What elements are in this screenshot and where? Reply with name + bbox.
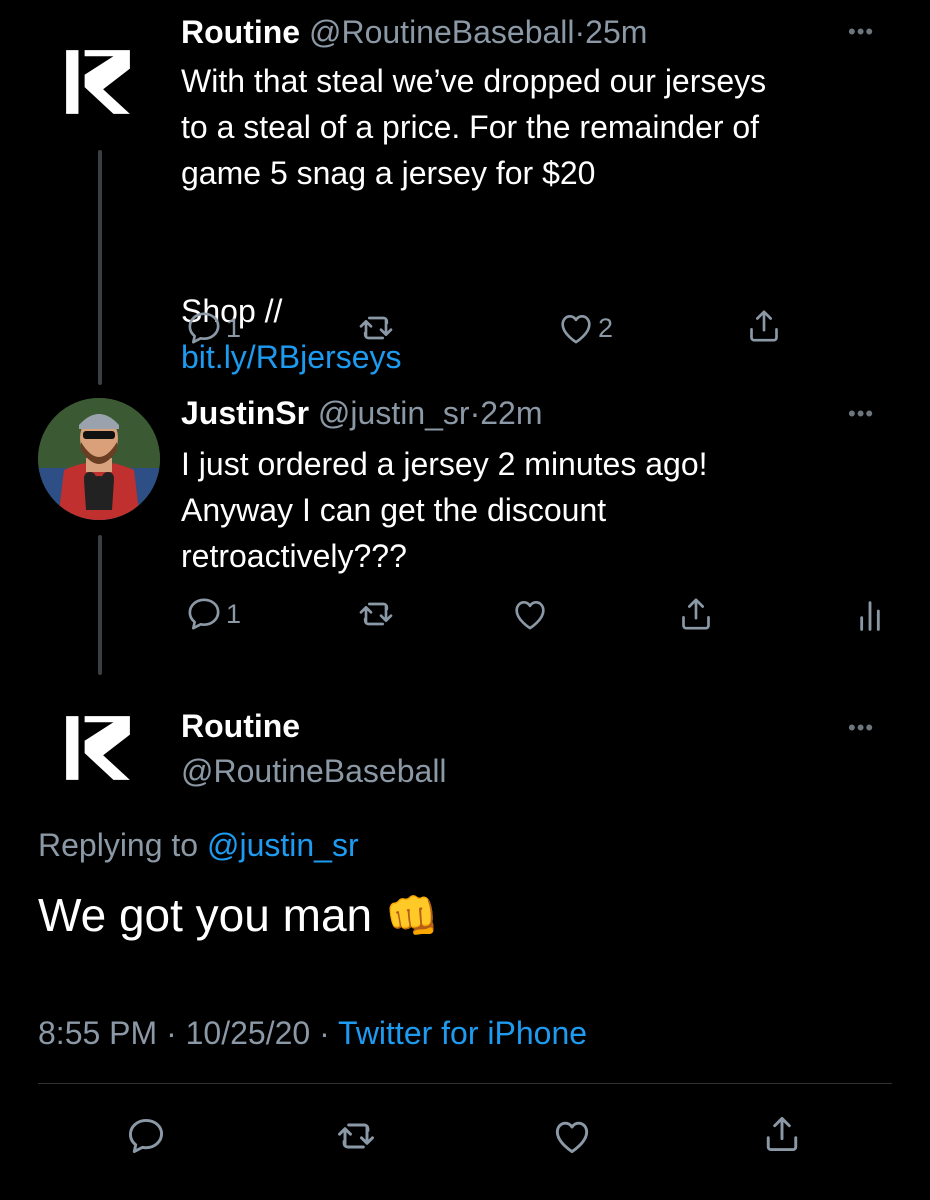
share-icon <box>676 594 716 634</box>
reply-button[interactable] <box>124 1114 168 1158</box>
analytics-button[interactable] <box>850 596 890 636</box>
tweet-text: We got you man <box>38 889 373 941</box>
more-icon[interactable]: ••• <box>848 21 874 43</box>
like-count: 2 <box>598 312 614 343</box>
more-icon[interactable]: ••• <box>848 403 874 425</box>
thread-line <box>98 150 102 385</box>
separator: · <box>469 395 481 431</box>
like-button[interactable]: 2 <box>556 308 613 348</box>
reply-button[interactable]: 1 <box>184 594 241 634</box>
routine-logo-avatar[interactable] <box>62 712 134 784</box>
tweet-text: I just ordered a jersey 2 minutes ago! A… <box>181 446 708 574</box>
retweet-button[interactable] <box>334 1114 378 1158</box>
reply-count: 1 <box>226 312 242 343</box>
fist-emoji: 👊 <box>384 892 440 941</box>
separator: · <box>319 1015 330 1051</box>
author-name[interactable]: Routine <box>181 14 300 50</box>
author-name[interactable]: JustinSr <box>181 395 309 431</box>
share-icon <box>744 306 784 346</box>
reply-count: 1 <box>226 598 242 629</box>
like-icon <box>510 594 550 634</box>
more-icon[interactable]: ••• <box>848 717 874 739</box>
share-icon <box>760 1112 804 1156</box>
profile-photo <box>38 398 160 520</box>
reply-button[interactable]: 1 <box>184 308 241 348</box>
like-icon <box>550 1114 594 1158</box>
retweet-button[interactable] <box>356 308 396 348</box>
retweet-icon <box>356 594 396 634</box>
tweet-time[interactable]: 25m <box>585 14 647 50</box>
routine-logo-avatar[interactable] <box>62 46 134 118</box>
separator: · <box>574 14 586 50</box>
share-button[interactable] <box>676 594 716 634</box>
tweet-time: 8:55 PM <box>38 1015 158 1051</box>
author-handle[interactable]: @RoutineBaseball <box>309 14 575 50</box>
analytics-icon <box>850 596 890 636</box>
tweet-text: With that steal we’ve dropped our jersey… <box>181 63 767 191</box>
tweet-header: Routine @RoutineBaseball·25m <box>181 14 647 51</box>
tweet-time[interactable]: 22m <box>480 395 542 431</box>
divider <box>38 1083 892 1084</box>
justinsr-avatar[interactable] <box>38 398 160 520</box>
like-icon <box>556 308 596 348</box>
author-handle[interactable]: @justin_sr <box>318 395 470 431</box>
like-button[interactable] <box>550 1114 594 1158</box>
share-button[interactable] <box>760 1112 804 1156</box>
retweet-icon <box>334 1114 378 1158</box>
separator: · <box>166 1015 177 1051</box>
routine-logo-icon <box>62 46 134 118</box>
share-button[interactable] <box>744 306 784 346</box>
tweet-source[interactable]: Twitter for iPhone <box>338 1015 587 1051</box>
tweet-date: 10/25/20 <box>185 1015 311 1051</box>
like-button[interactable] <box>510 594 550 634</box>
retweet-icon <box>356 308 396 348</box>
replying-handle[interactable]: @justin_sr <box>207 827 359 863</box>
tweet-header: JustinSr @justin_sr·22m <box>181 395 542 432</box>
reply-icon <box>184 308 224 348</box>
retweet-button[interactable] <box>356 594 396 634</box>
replying-to: Replying to @justin_sr <box>38 827 359 864</box>
author-handle[interactable]: @RoutineBaseball <box>181 753 447 790</box>
author-name[interactable]: Routine <box>181 708 300 745</box>
reply-icon <box>184 594 224 634</box>
replying-prefix: Replying to <box>38 827 199 863</box>
routine-logo-icon <box>62 712 134 784</box>
tweet-meta: 8:55 PM · 10/25/20 · Twitter for iPhone <box>38 1015 587 1052</box>
thread-line <box>98 535 102 675</box>
main-tweet-text: We got you man 👊 <box>38 888 440 942</box>
reply-icon <box>124 1114 168 1158</box>
